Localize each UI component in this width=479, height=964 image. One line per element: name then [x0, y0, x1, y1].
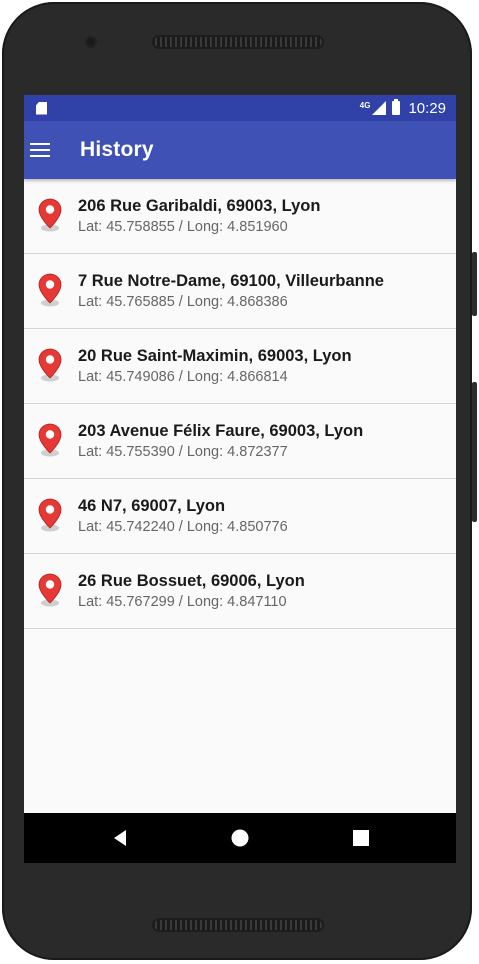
address-text: 7 Rue Notre-Dame, 69100, Villeurbanne: [78, 271, 384, 290]
recents-icon[interactable]: [331, 813, 391, 863]
address-text: 20 Rue Saint-Maximin, 69003, Lyon: [78, 346, 352, 365]
app-bar: History: [24, 121, 456, 179]
location-pin-icon: [24, 329, 78, 404]
address-text: 206 Rue Garibaldi, 69003, Lyon: [78, 196, 321, 215]
coordinates-text: Lat: 45.749086 / Long: 4.866814: [78, 368, 288, 385]
back-icon[interactable]: [90, 813, 150, 863]
address-text: 26 Rue Bossuet, 69006, Lyon: [78, 571, 305, 590]
coordinates-text: Lat: 45.755390 / Long: 4.872377: [78, 443, 288, 460]
status-bar: 4G 10:29: [24, 95, 456, 121]
sd-card-icon: [36, 101, 47, 115]
page-title: History: [80, 138, 154, 161]
history-item[interactable]: 203 Avenue Félix Faure, 69003, Lyon Lat:…: [24, 404, 456, 479]
history-list: 206 Rue Garibaldi, 69003, Lyon Lat: 45.7…: [24, 179, 456, 629]
coordinates-text: Lat: 45.758855 / Long: 4.851960: [78, 218, 288, 235]
volume-button: [472, 382, 477, 522]
coordinates-text: Lat: 45.765885 / Long: 4.868386: [78, 293, 288, 310]
network-type-label: 4G: [359, 100, 371, 110]
coordinates-text: Lat: 45.767299 / Long: 4.847110: [78, 593, 287, 610]
phone-frame: 4G 10:29 History 206 Rue Garibaldi, 6900…: [2, 2, 477, 960]
location-pin-icon: [24, 179, 78, 254]
history-item[interactable]: 46 N7, 69007, Lyon Lat: 45.742240 / Long…: [24, 479, 456, 554]
address-text: 203 Avenue Félix Faure, 69003, Lyon: [78, 421, 364, 440]
home-icon[interactable]: [210, 813, 270, 863]
location-pin-icon: [24, 554, 78, 629]
screen: 4G 10:29 History 206 Rue Garibaldi, 6900…: [24, 95, 456, 863]
bottom-speaker-grille: [152, 918, 324, 932]
history-item[interactable]: 7 Rue Notre-Dame, 69100, Villeurbanne La…: [24, 254, 456, 329]
battery-icon: [392, 99, 401, 115]
location-pin-icon: [24, 479, 78, 554]
history-item[interactable]: 20 Rue Saint-Maximin, 69003, Lyon Lat: 4…: [24, 329, 456, 404]
hamburger-menu-icon[interactable]: [25, 121, 81, 179]
power-button: [472, 252, 477, 316]
location-pin-icon: [24, 254, 78, 329]
signal-icon: [372, 101, 387, 115]
coordinates-text: Lat: 45.742240 / Long: 4.850776: [78, 518, 288, 535]
history-item[interactable]: 206 Rue Garibaldi, 69003, Lyon Lat: 45.7…: [24, 179, 456, 254]
status-time: 10:29: [408, 99, 446, 117]
navigation-bar: [24, 813, 456, 863]
history-item[interactable]: 26 Rue Bossuet, 69006, Lyon Lat: 45.7672…: [24, 554, 456, 629]
location-pin-icon: [24, 404, 78, 479]
address-text: 46 N7, 69007, Lyon: [78, 496, 226, 515]
top-speaker-grille: [152, 35, 324, 49]
front-camera: [85, 36, 97, 48]
